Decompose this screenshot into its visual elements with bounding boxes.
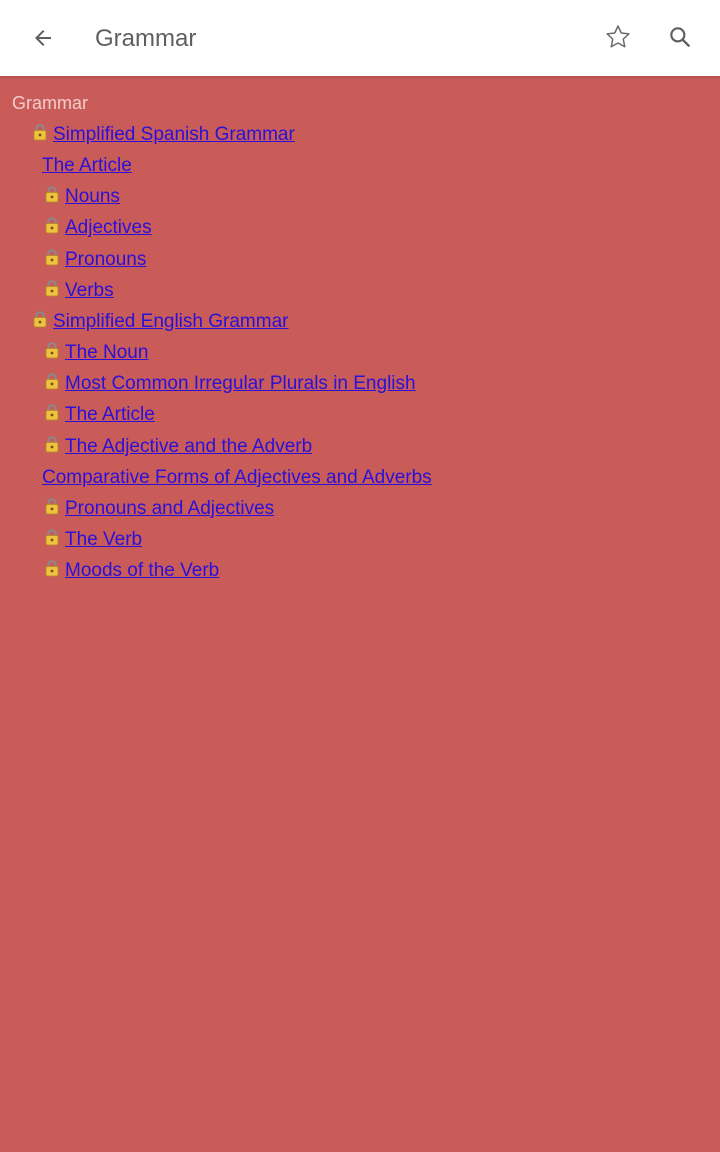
lock-icon xyxy=(42,247,62,275)
content-area: Grammar Simplified Spanish Grammar The Ar… xyxy=(0,76,720,1152)
search-button[interactable] xyxy=(656,13,704,61)
toc-link-label: The Noun xyxy=(65,342,149,363)
toc-link[interactable]: Most Common Irregular Plurals in English xyxy=(42,371,416,397)
toc-link[interactable]: Adjectives xyxy=(42,215,152,241)
toc-link-label: The Adjective and the Adverb xyxy=(65,436,313,457)
toc-link[interactable]: The Adjective and the Adverb xyxy=(42,434,312,460)
toc-link[interactable]: The Verb xyxy=(42,527,142,553)
toc-link-label: The Verb xyxy=(65,529,143,550)
lock-icon xyxy=(30,309,50,337)
search-icon xyxy=(670,27,690,47)
toc-link[interactable]: Simplified Spanish Grammar xyxy=(30,122,295,148)
toc-link-label: The Article xyxy=(65,404,155,425)
lock-icon xyxy=(42,558,62,586)
toc-link[interactable]: The Article xyxy=(42,153,132,179)
arrow-left-icon xyxy=(35,30,51,46)
toc-link[interactable]: Pronouns and Adjectives xyxy=(42,496,274,522)
toc-link-label: Adjectives xyxy=(65,217,152,238)
toc-link[interactable]: Moods of the Verb xyxy=(42,558,219,584)
page-title: Grammar xyxy=(95,25,197,52)
toc-link-label: Moods of the Verb xyxy=(65,560,220,581)
toc-link-label: Simplified English Grammar xyxy=(53,311,289,332)
lock-icon xyxy=(42,215,62,243)
lock-icon xyxy=(42,184,62,212)
lock-icon xyxy=(42,434,62,462)
lock-icon xyxy=(42,371,62,399)
toc-link-label: Comparative Forms of Adjectives and Adve… xyxy=(42,467,432,488)
lock-icon xyxy=(42,527,62,555)
toc-link-label: Most Common Irregular Plurals in English xyxy=(65,373,416,394)
section-heading: Grammar xyxy=(12,93,88,113)
app-bar: Grammar xyxy=(0,0,720,76)
star-outline-icon xyxy=(606,25,630,48)
lock-icon xyxy=(42,340,62,368)
toc-link[interactable]: The Article xyxy=(42,402,155,428)
toc-link-label: Pronouns xyxy=(65,249,147,270)
favorite-button[interactable] xyxy=(594,13,642,61)
toc-link-label: Verbs xyxy=(65,280,114,301)
toc-link[interactable]: Nouns xyxy=(42,184,120,210)
toc-link[interactable]: Simplified English Grammar xyxy=(30,309,288,335)
toc-link[interactable]: Comparative Forms of Adjectives and Adve… xyxy=(42,465,432,491)
back-button[interactable] xyxy=(19,14,67,62)
toc-link-label: The Article xyxy=(42,155,132,176)
toc-link-label: Nouns xyxy=(65,186,120,207)
lock-icon xyxy=(30,122,50,150)
lock-icon xyxy=(42,402,62,430)
toc-link[interactable]: Verbs xyxy=(42,278,114,304)
lock-icon xyxy=(42,278,62,306)
toc-link[interactable]: Pronouns xyxy=(42,247,146,273)
toc-link-label: Simplified Spanish Grammar xyxy=(53,124,295,145)
toc-link-label: Pronouns and Adjectives xyxy=(65,498,275,519)
toc-link[interactable]: The Noun xyxy=(42,340,148,366)
lock-icon xyxy=(42,496,62,524)
